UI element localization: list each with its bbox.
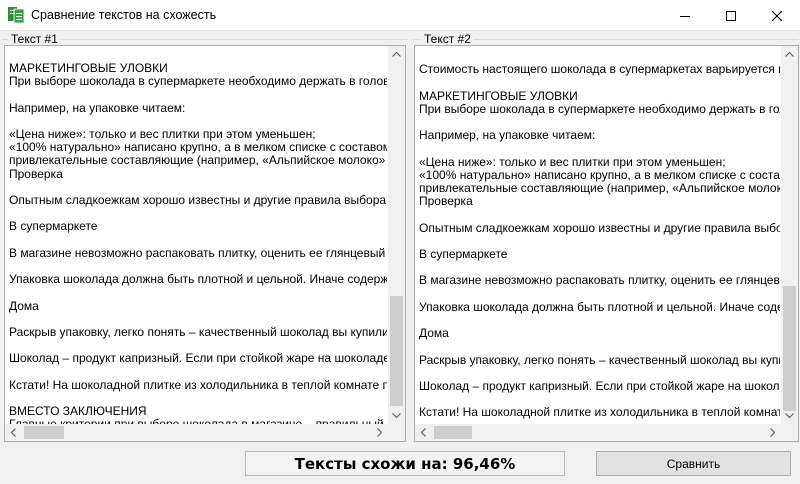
window-title: Сравнение текстов на схожесть <box>31 8 217 22</box>
scroll-up-arrow-icon[interactable] <box>781 46 798 63</box>
minimize-button[interactable] <box>662 0 708 31</box>
text1-content[interactable]: МАРКЕТИНГОВЫЕ УЛОВКИ При выборе шоколада… <box>9 62 387 424</box>
similarity-result: Тексты схожи на: 96,46% <box>245 451 565 476</box>
text2-content[interactable]: Стоимость настоящего шоколада в супермар… <box>419 50 780 424</box>
app-icon <box>8 7 25 24</box>
close-icon <box>772 10 782 21</box>
scroll-left-arrow-icon[interactable] <box>415 424 432 441</box>
horizontal-scrollbar[interactable] <box>5 424 388 441</box>
text1-group: Текст #1 МАРКЕТИНГОВЫЕ УЛОВКИ При выборе… <box>0 31 410 443</box>
scroll-left-arrow-icon[interactable] <box>5 424 22 441</box>
text1-memo[interactable]: МАРКЕТИНГОВЫЕ УЛОВКИ При выборе шоколада… <box>4 45 406 442</box>
horizontal-scroll-thumb[interactable] <box>434 426 472 439</box>
text1-label: Текст #1 <box>8 32 61 46</box>
bottom-bar: Тексты схожи на: 96,46% Сравнить <box>0 443 800 484</box>
text2-memo[interactable]: Стоимость настоящего шоколада в супермар… <box>414 45 799 442</box>
scroll-down-arrow-icon[interactable] <box>388 407 405 424</box>
vertical-scroll-thumb[interactable] <box>783 286 796 411</box>
scroll-up-arrow-icon[interactable] <box>388 46 405 63</box>
title-bar: Сравнение текстов на схожесть <box>0 0 800 31</box>
text2-label: Текст #2 <box>421 32 474 46</box>
scroll-right-arrow-icon[interactable] <box>764 424 781 441</box>
group-border <box>2 39 408 40</box>
compare-button[interactable]: Сравнить <box>596 451 791 476</box>
vertical-scrollbar[interactable] <box>388 46 405 424</box>
maximize-button[interactable] <box>708 0 754 31</box>
maximize-icon <box>726 10 736 21</box>
horizontal-scroll-thumb[interactable] <box>24 426 64 439</box>
scroll-right-arrow-icon[interactable] <box>371 424 388 441</box>
vertical-scrollbar[interactable] <box>781 46 798 424</box>
close-button[interactable] <box>754 0 800 31</box>
minimize-icon <box>680 15 690 17</box>
scrollbar-corner <box>781 424 798 441</box>
scroll-down-arrow-icon[interactable] <box>781 407 798 424</box>
horizontal-scrollbar[interactable] <box>415 424 781 441</box>
vertical-scroll-thumb[interactable] <box>390 296 403 406</box>
scrollbar-corner <box>388 424 405 441</box>
text2-group: Текст #2 Стоимость настоящего шоколада в… <box>413 31 800 443</box>
